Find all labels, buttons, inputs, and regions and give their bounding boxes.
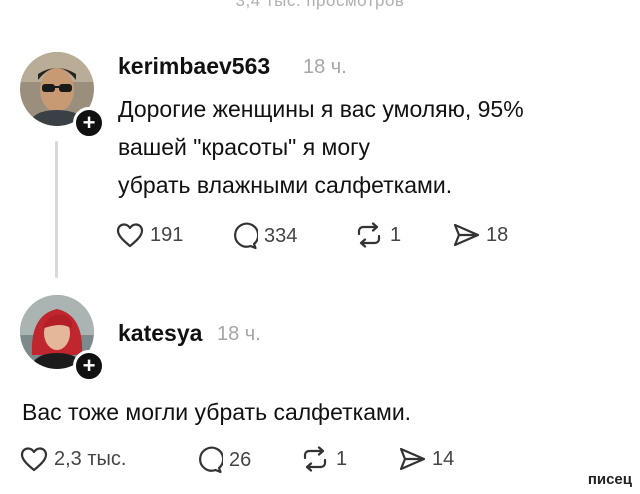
share-count: 18 [486,223,509,246]
post-author-username[interactable]: kerimbaev563 [118,53,270,80]
like-button[interactable]: 2,3 тыс. [20,446,126,472]
comment-bubble-icon [234,222,258,250]
repost-count: 1 [390,223,402,246]
post-actions-bar: 191 334 1 18 [116,222,536,256]
repost-icon [303,446,327,472]
repost-icon [357,222,381,248]
comment-button[interactable]: 26 [195,446,251,474]
follow-plus-icon[interactable]: + [73,107,105,139]
like-count: 191 [150,223,184,246]
heart-icon [20,447,48,472]
post-body-text: Дорогие женщины я вас умоляю, 95% вашей … [118,96,524,198]
like-button[interactable]: 191 [116,222,183,248]
repost-button[interactable]: 1 [354,222,401,248]
comment-count: 334 [264,224,298,247]
post-timestamp: 18 ч. [303,56,347,78]
share-button[interactable]: 18 [452,222,508,248]
like-count: 2,3 тыс. [54,447,127,470]
send-icon [399,447,426,471]
heart-icon [116,223,144,248]
site-watermark: писец [587,471,632,488]
post-author-username[interactable]: katesya [118,320,202,347]
thread-connector-line [55,141,58,278]
post-timestamp: 18 ч. [217,323,261,345]
comment-button[interactable]: 334 [230,222,297,250]
send-icon [453,223,480,247]
follow-plus-icon[interactable]: + [73,350,105,382]
share-count: 14 [432,447,455,470]
repost-button[interactable]: 1 [300,446,347,472]
repost-count: 1 [336,447,348,470]
post-body-text: Вас тоже могли убрать салфетками. [22,399,412,425]
comment-bubble-icon [199,446,223,474]
views-counter-partial: 3,4 тыс. просмотров [235,0,405,10]
post-actions-bar: 2,3 тыс. 26 1 14 [20,446,500,480]
comment-count: 26 [229,448,252,471]
share-button[interactable]: 14 [398,446,454,472]
